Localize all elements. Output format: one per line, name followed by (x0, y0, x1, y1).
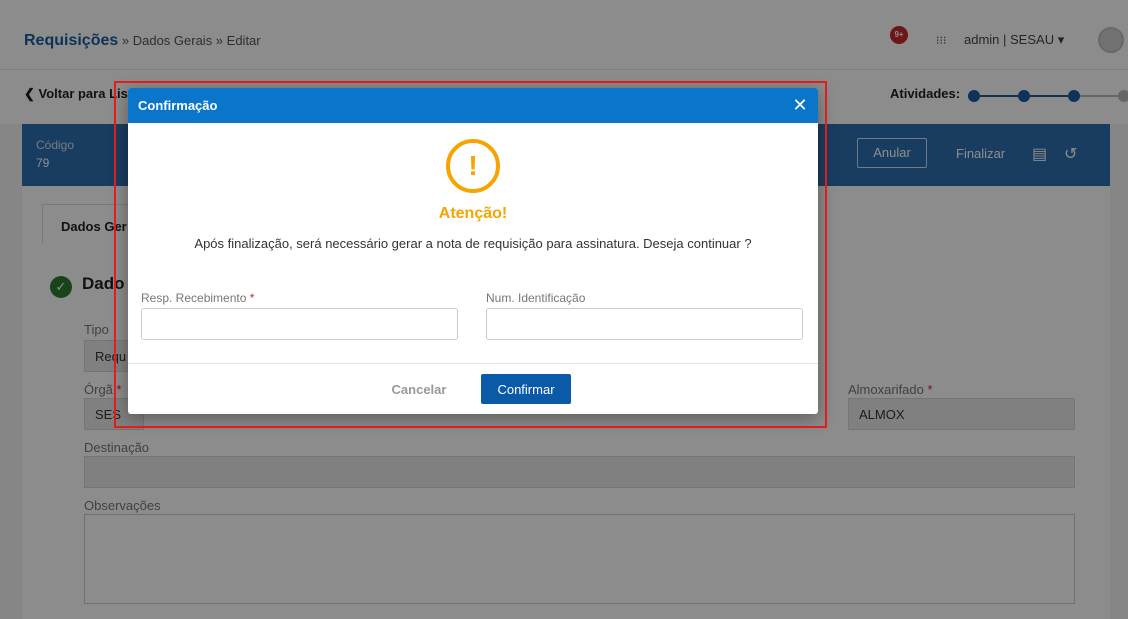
highlight-frame (114, 81, 827, 428)
